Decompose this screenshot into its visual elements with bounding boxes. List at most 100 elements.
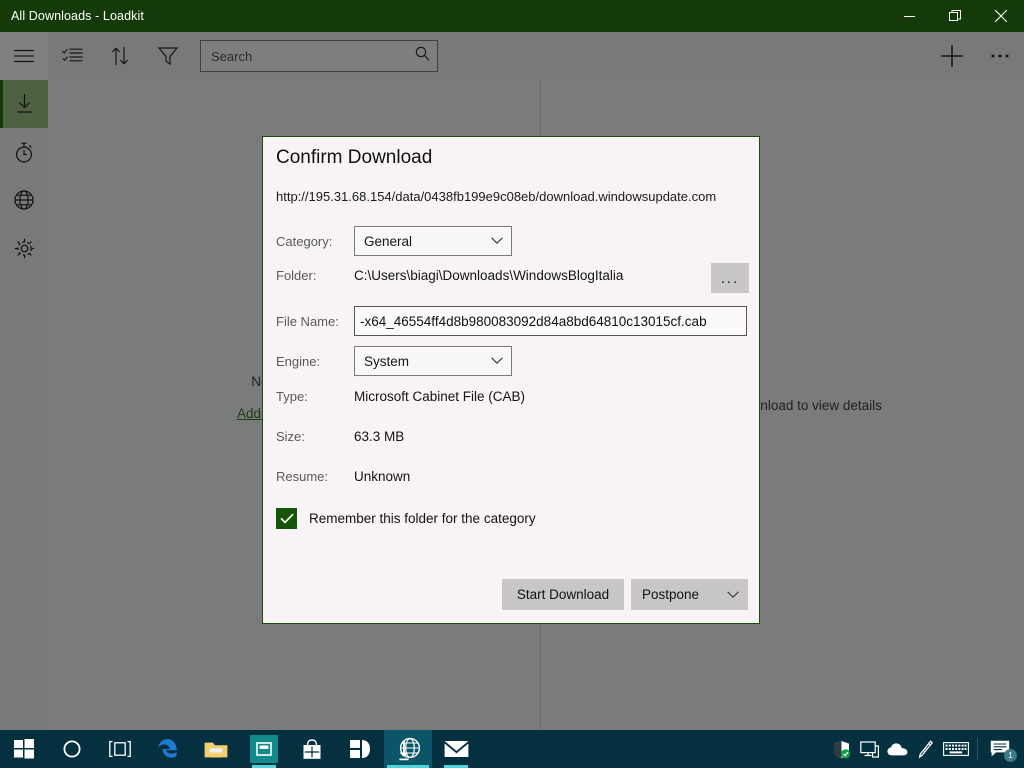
dialog-title: Confirm Download — [276, 147, 433, 168]
download-icon — [16, 94, 32, 113]
resume-value: Unknown — [354, 469, 411, 484]
keyboard-icon — [943, 742, 969, 756]
maximize-button[interactable] — [932, 0, 978, 32]
taskbar: 1 — [0, 730, 1024, 768]
action-center-button[interactable]: 1 — [982, 730, 1018, 768]
download-globe-icon — [398, 737, 420, 760]
hamburger-icon — [14, 49, 34, 63]
envelope-icon — [444, 741, 468, 757]
microsoft-store-button[interactable] — [288, 730, 336, 768]
more-button[interactable] — [976, 32, 1024, 80]
windows-defender-tray-icon[interactable] — [827, 730, 855, 768]
system-tray: 1 — [827, 730, 1024, 768]
monitor-icon — [859, 740, 879, 758]
search-input[interactable] — [209, 47, 409, 65]
sidebar-item-browser[interactable] — [0, 176, 48, 224]
size-value: 63.3 MB — [354, 429, 405, 444]
file-explorer-button[interactable] — [192, 730, 240, 768]
size-row: Size: 63.3 MB — [276, 429, 750, 444]
sidebar-item-history[interactable] — [0, 128, 48, 176]
add-button[interactable] — [928, 32, 976, 80]
folder-icon — [204, 742, 228, 757]
minimize-icon — [903, 15, 915, 17]
search-box[interactable] — [200, 40, 438, 72]
category-select[interactable]: General — [354, 226, 512, 256]
close-icon — [995, 10, 1007, 22]
engine-select[interactable]: System — [354, 346, 512, 376]
checkmark-icon — [279, 513, 294, 524]
folder-value: C:\Users\biagi\Downloads\WindowsBlogItal… — [354, 268, 624, 283]
edge-button[interactable] — [144, 730, 192, 768]
dialog-url: http://195.31.68.154/data/0438fb199e9c08… — [276, 189, 717, 204]
minimize-button[interactable] — [886, 0, 932, 32]
gear-icon — [14, 238, 34, 258]
category-row: Category: General — [276, 226, 750, 256]
engine-value: System — [364, 353, 410, 369]
circle-icon — [63, 740, 81, 758]
postpone-button[interactable]: Postpone — [631, 579, 748, 610]
pen-icon — [918, 739, 933, 758]
checklist-icon — [61, 48, 82, 62]
remember-folder-row[interactable]: Remember this folder for the category — [276, 508, 536, 529]
remember-folder-checkbox[interactable] — [276, 508, 297, 529]
folder-row: Folder: C:\Users\biagi\Downloads\Windows… — [276, 268, 750, 283]
sidebar-item-settings[interactable] — [0, 224, 48, 272]
office-button[interactable] — [336, 730, 384, 768]
show-desktop-button[interactable] — [1018, 730, 1024, 768]
confirm-download-dialog: Confirm Download http://195.31.68.154/da… — [262, 136, 760, 624]
cortana-button[interactable] — [48, 730, 96, 768]
folder-label: Folder: — [276, 268, 317, 283]
category-value: General — [364, 233, 413, 249]
type-value: Microsoft Cabinet File (CAB) — [354, 389, 526, 404]
toolbar — [0, 32, 1024, 80]
clock-icon — [15, 142, 33, 163]
pen-tray-icon[interactable] — [911, 730, 939, 768]
close-button[interactable] — [978, 0, 1024, 32]
loadkit-button[interactable] — [384, 730, 432, 768]
sidebar-item-downloads[interactable] — [0, 80, 48, 128]
select-button[interactable] — [48, 32, 96, 80]
mail-button[interactable] — [432, 730, 480, 768]
search-icon — [415, 46, 430, 66]
chevron-down-icon — [491, 352, 503, 370]
start-download-label: Start Download — [516, 587, 610, 602]
teal-app-icon — [250, 735, 278, 763]
type-row: Type: Microsoft Cabinet File (CAB) — [276, 389, 750, 404]
edge-icon — [158, 739, 177, 758]
title-bar: All Downloads - Loadkit — [0, 0, 1024, 32]
task-view-button[interactable] — [96, 730, 144, 768]
engine-row: Engine: System — [276, 346, 750, 376]
browse-folder-button[interactable]: ... — [711, 263, 749, 293]
dialog-actions: Start Download Postpone — [502, 579, 748, 610]
type-label: Type: — [276, 389, 308, 404]
engine-label: Engine: — [276, 353, 321, 369]
filter-icon — [158, 47, 178, 65]
remember-folder-label: Remember this folder for the category — [309, 511, 536, 526]
start-download-button[interactable]: Start Download — [502, 579, 624, 610]
store-app-button[interactable] — [240, 730, 288, 768]
display-tray-icon[interactable] — [855, 730, 883, 768]
menu-button[interactable] — [0, 32, 48, 80]
start-button[interactable] — [0, 730, 48, 768]
browse-folder-label: ... — [720, 269, 740, 287]
sort-button[interactable] — [96, 32, 144, 80]
category-label: Category: — [276, 233, 333, 249]
filter-button[interactable] — [144, 32, 192, 80]
plus-icon — [941, 45, 963, 67]
filename-input[interactable] — [354, 306, 747, 336]
chevron-down-icon — [727, 586, 739, 604]
resume-label: Resume: — [276, 469, 329, 484]
windows-logo-icon — [14, 739, 34, 759]
window-controls — [886, 0, 1024, 32]
office-icon — [350, 740, 370, 758]
filename-label: File Name: — [276, 313, 339, 329]
maximize-icon — [948, 9, 961, 21]
onedrive-tray-icon[interactable] — [883, 730, 911, 768]
globe-icon — [14, 190, 34, 210]
keyboard-tray-icon[interactable] — [939, 730, 973, 768]
window-title: All Downloads - Loadkit — [11, 9, 144, 23]
sidebar — [0, 80, 48, 730]
sort-icon — [112, 47, 128, 65]
resume-row: Resume: Unknown — [276, 469, 750, 484]
size-label: Size: — [276, 429, 305, 444]
